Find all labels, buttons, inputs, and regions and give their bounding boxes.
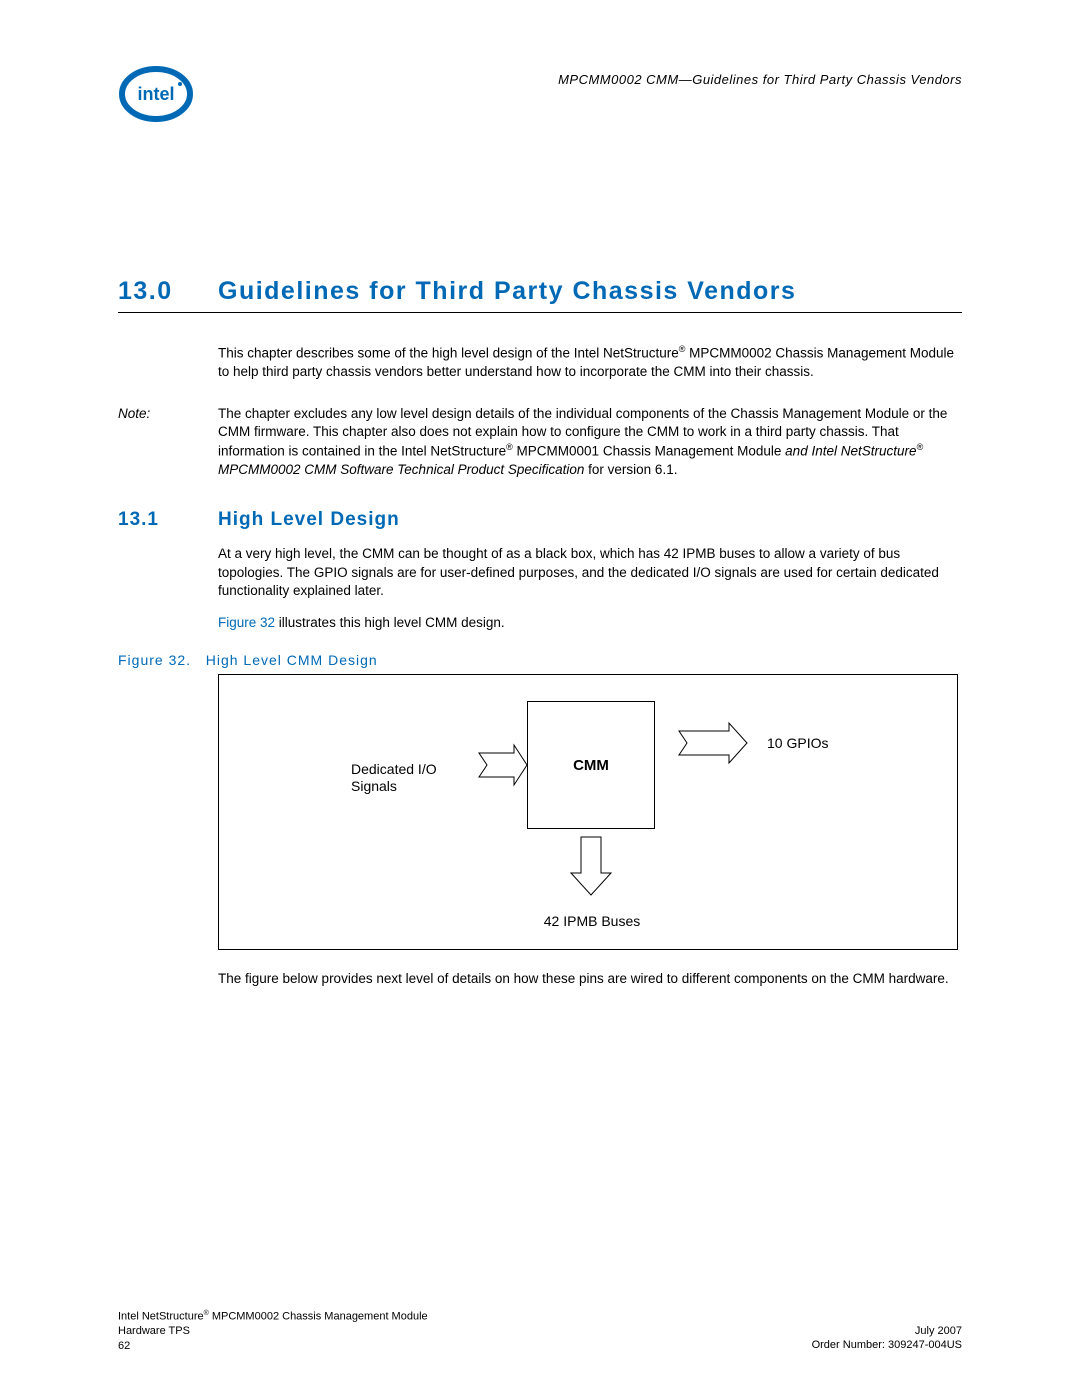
dedicated-io-label: Dedicated I/O Signals (351, 761, 471, 795)
intel-logo: intel (118, 56, 194, 137)
figure-xref: Figure 32 (218, 615, 275, 630)
subsection-title: High Level Design (218, 509, 400, 531)
high-level-p2: Figure 32 illustrates this high level CM… (218, 614, 962, 632)
note-body: The chapter excludes any low level desig… (218, 405, 962, 479)
high-level-p1: At a very high level, the CMM can be tho… (218, 545, 962, 600)
section-number: 13.0 (118, 277, 218, 306)
page-footer: Intel NetStructure® MPCMM0002 Chassis Ma… (118, 1309, 962, 1353)
figure-diagram: CMM Dedicated I/O Signals 10 GPIOs 42 IP… (218, 674, 958, 950)
intro-paragraph: This chapter describes some of the high … (218, 343, 962, 381)
running-header: MPCMM0002 CMM—Guidelines for Third Party… (218, 56, 962, 87)
ipmb-label: 42 IPMB Buses (529, 913, 655, 930)
section-heading: 13.0 Guidelines for Third Party Chassis … (118, 277, 962, 313)
section-title: Guidelines for Third Party Chassis Vendo… (218, 277, 796, 306)
post-figure-paragraph: The figure below provides next level of … (218, 970, 962, 988)
subsection-number: 13.1 (118, 509, 218, 531)
svg-text:intel: intel (137, 84, 174, 104)
figure-caption: Figure 32. High Level CMM Design (118, 652, 962, 668)
cmm-box: CMM (527, 701, 655, 829)
subsection-heading: 13.1 High Level Design (118, 509, 962, 531)
gpio-label: 10 GPIOs (767, 735, 828, 752)
note-label: Note: (118, 405, 218, 479)
